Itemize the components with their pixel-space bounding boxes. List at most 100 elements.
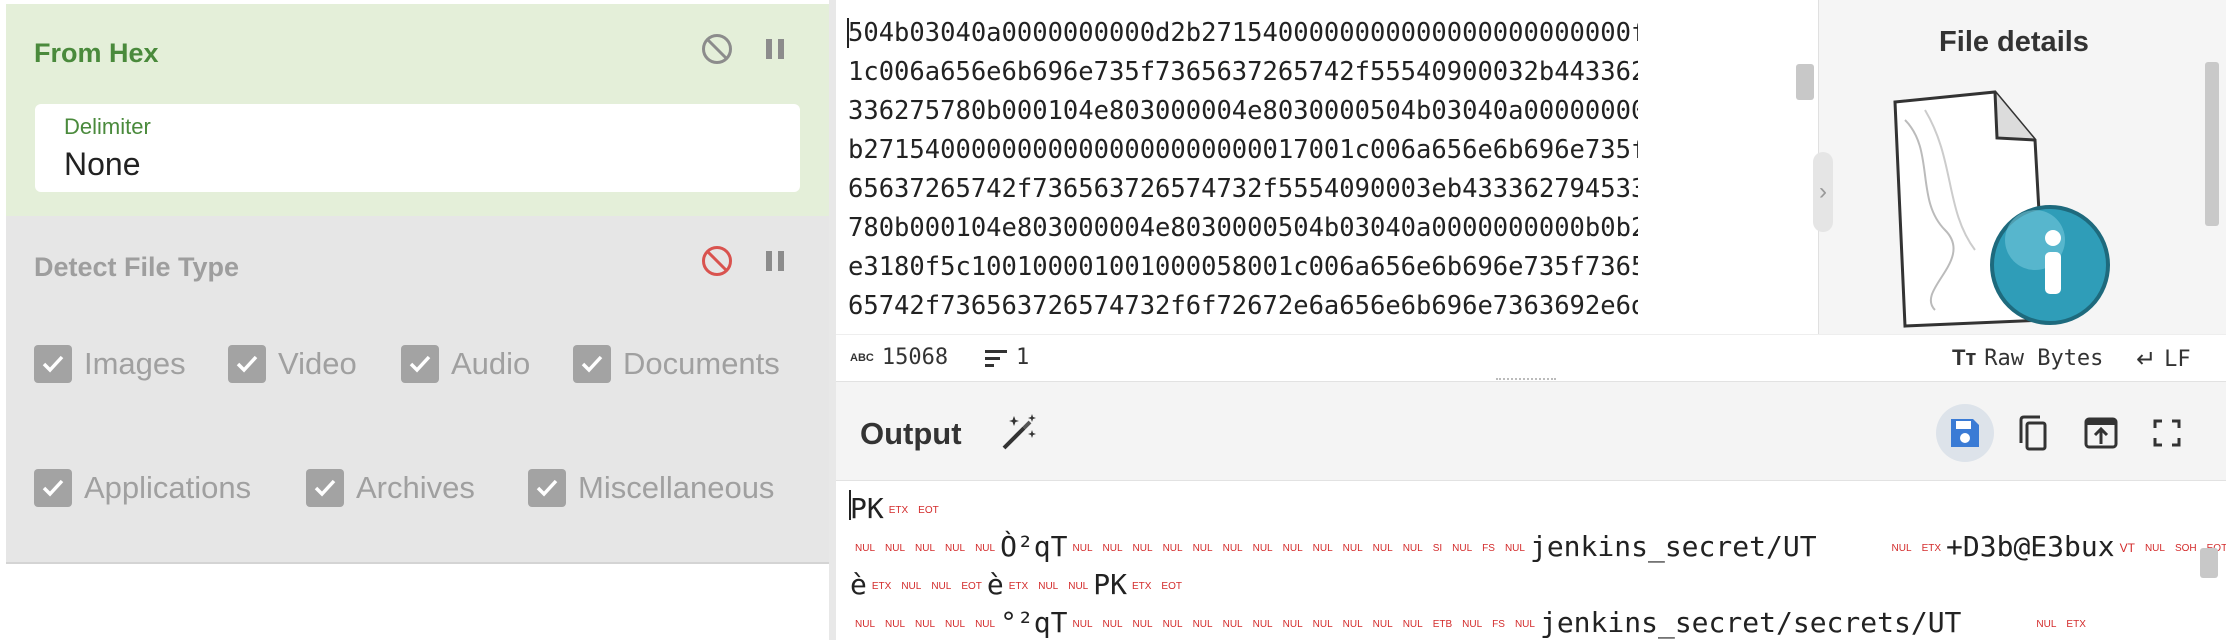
disable-icon[interactable]	[700, 32, 734, 71]
control-char: ETX	[871, 580, 892, 592]
control-char: NUL	[945, 542, 966, 554]
control-char: NUL	[1462, 618, 1483, 630]
from-hex-title: From Hex	[34, 38, 159, 68]
chevron-right-icon[interactable]: ›	[1813, 152, 1833, 232]
checkbox-label: Audio	[451, 346, 531, 381]
output-title: Output	[860, 416, 962, 451]
control-char: NUL	[1282, 618, 1303, 630]
detect-file-type-operation[interactable]: Detect File Type Images Video Audio Docu…	[6, 216, 829, 562]
control-char: NUL	[945, 618, 966, 630]
maximise-button[interactable]	[2138, 404, 2196, 462]
control-char: SI	[1432, 542, 1443, 554]
input-textarea[interactable]: 504b03040a0000000000d2b27154000000000000…	[848, 14, 1638, 330]
checkbox-miscellaneous[interactable]: Miscellaneous	[528, 468, 774, 508]
encoding-selector[interactable]: Tт Raw Bytes	[1952, 345, 2103, 371]
control-char: NUL	[885, 542, 906, 554]
control-char: NUL	[1891, 542, 1912, 554]
output-line: NUL NUL NUL NUL NUL °²qT NUL NUL NUL NUL NUL NUL NUL…	[850, 606, 2091, 639]
output-scrollbar[interactable]	[2200, 548, 2218, 578]
lines-icon	[985, 349, 1007, 367]
checkbox-label: Video	[278, 346, 357, 381]
checkbox-applications[interactable]: Applications	[34, 468, 251, 508]
output-header: Output	[836, 381, 2226, 481]
save-icon	[1951, 419, 1979, 447]
hex-line: 504b03040a0000000000d2b27154000000000000…	[848, 18, 1638, 48]
control-chars: NUL NUL NUL NUL NUL NUL NUL NUL NUL NUL NUL NUL ETB N…	[1068, 606, 1540, 639]
disable-icon[interactable]	[700, 244, 734, 283]
control-char: FS	[1482, 542, 1495, 554]
output-text: Ò²qT	[1000, 530, 1068, 563]
output-textarea[interactable]: PK ETX EOT NUL NUL NUL NUL NUL Ò²qT NUL NUL NUL NUL…	[836, 480, 2226, 640]
output-line: PK ETX EOT	[850, 492, 944, 525]
control-char: NUL	[1132, 618, 1153, 630]
checkbox-audio[interactable]: Audio	[401, 344, 530, 384]
copy-button[interactable]	[2004, 404, 2062, 462]
control-char: NUL	[1372, 542, 1393, 554]
checkbox-video[interactable]: Video	[228, 344, 357, 384]
hex-line: e3180f5c100100001001000058001c006a656e6b…	[848, 252, 1638, 282]
delimiter-value[interactable]: None	[64, 146, 141, 183]
copy-icon	[2019, 415, 2047, 451]
control-chars: ETX NUL NUL	[1004, 568, 1093, 601]
output-text: jenkins_secret/UT	[1529, 530, 1817, 563]
recipe-divider	[6, 562, 829, 564]
control-char: NUL	[1192, 618, 1213, 630]
char-count: 15068	[881, 345, 949, 370]
checkbox-label: Images	[84, 346, 186, 381]
control-chars: NUL ETX	[2031, 606, 2090, 639]
control-char: NUL	[1132, 542, 1153, 554]
control-char: NUL	[1282, 542, 1303, 554]
control-chars: ETX NUL NUL EOT	[867, 568, 987, 601]
control-char: NUL	[975, 618, 996, 630]
output-text: °²qT	[1000, 606, 1068, 639]
open-in-input-icon	[2084, 417, 2118, 449]
control-char: NUL	[1222, 542, 1243, 554]
magic-wand-icon[interactable]	[998, 412, 1040, 454]
checkbox-documents[interactable]: Documents	[573, 344, 780, 384]
control-char: EOT	[961, 580, 982, 592]
control-char: NUL	[1342, 542, 1363, 554]
output-line: NUL NUL NUL NUL NUL Ò²qT NUL NUL NUL NUL NUL NUL NUL…	[850, 530, 2226, 563]
control-char: NUL	[1162, 618, 1183, 630]
file-info-icon	[1893, 90, 2110, 328]
control-char: ETX	[1008, 580, 1029, 592]
control-chars: ETX EOT	[1127, 568, 1187, 601]
checkbox-archives[interactable]: Archives	[306, 468, 475, 508]
control-char: NUL	[885, 618, 906, 630]
file-details-pane: › File details	[1813, 0, 2226, 334]
control-char: NUL	[1072, 618, 1093, 630]
control-char: SOH	[2174, 542, 2197, 554]
control-char: NUL	[1504, 542, 1525, 554]
text-caret	[847, 18, 849, 48]
save-button[interactable]	[1936, 404, 1994, 462]
control-char: NUL	[1222, 618, 1243, 630]
control-char: NUL	[1068, 580, 1089, 592]
delimiter-field[interactable]: Delimiter None	[35, 104, 800, 192]
control-char: NUL	[1402, 618, 1423, 630]
checkbox-images[interactable]: Images	[34, 344, 186, 384]
control-char: NUL	[1402, 542, 1423, 554]
encoding-label: Raw Bytes	[1984, 345, 2104, 371]
output-text: PK	[850, 492, 884, 525]
input-scrollbar[interactable]	[1796, 64, 1814, 100]
file-details-scrollbar[interactable]	[2205, 62, 2219, 226]
hex-line: 65742f736563726574732f6f72672e6a656e6b69…	[848, 291, 1638, 321]
replace-input-button[interactable]	[2072, 404, 2130, 462]
hex-line: b27154000000000000000000000017001c006a65…	[848, 135, 1638, 165]
pause-icon[interactable]	[762, 248, 788, 279]
control-char: NUL	[1252, 542, 1273, 554]
eol-selector[interactable]: ↵ LF	[2136, 345, 2191, 374]
from-hex-operation[interactable]: From Hex Delimiter None	[6, 4, 829, 216]
control-char: NUL	[1252, 618, 1273, 630]
file-details-title: File details	[1939, 26, 2089, 58]
control-chars: NUL ETX	[1887, 530, 1946, 563]
control-chars: NUL NUL NUL NUL NUL NUL NUL NUL NUL NUL NUL NUL SI NU…	[1068, 530, 1530, 563]
pause-icon[interactable]	[762, 36, 788, 67]
control-char: ETX	[888, 504, 909, 516]
line-count: 1	[1016, 345, 1030, 370]
checkmark-icon	[34, 345, 72, 383]
control-char: NUL	[855, 618, 876, 630]
control-chars: NUL NUL NUL NUL NUL	[850, 606, 1000, 639]
control-char: EOT	[918, 504, 939, 516]
pane-resizer[interactable]	[829, 0, 836, 640]
